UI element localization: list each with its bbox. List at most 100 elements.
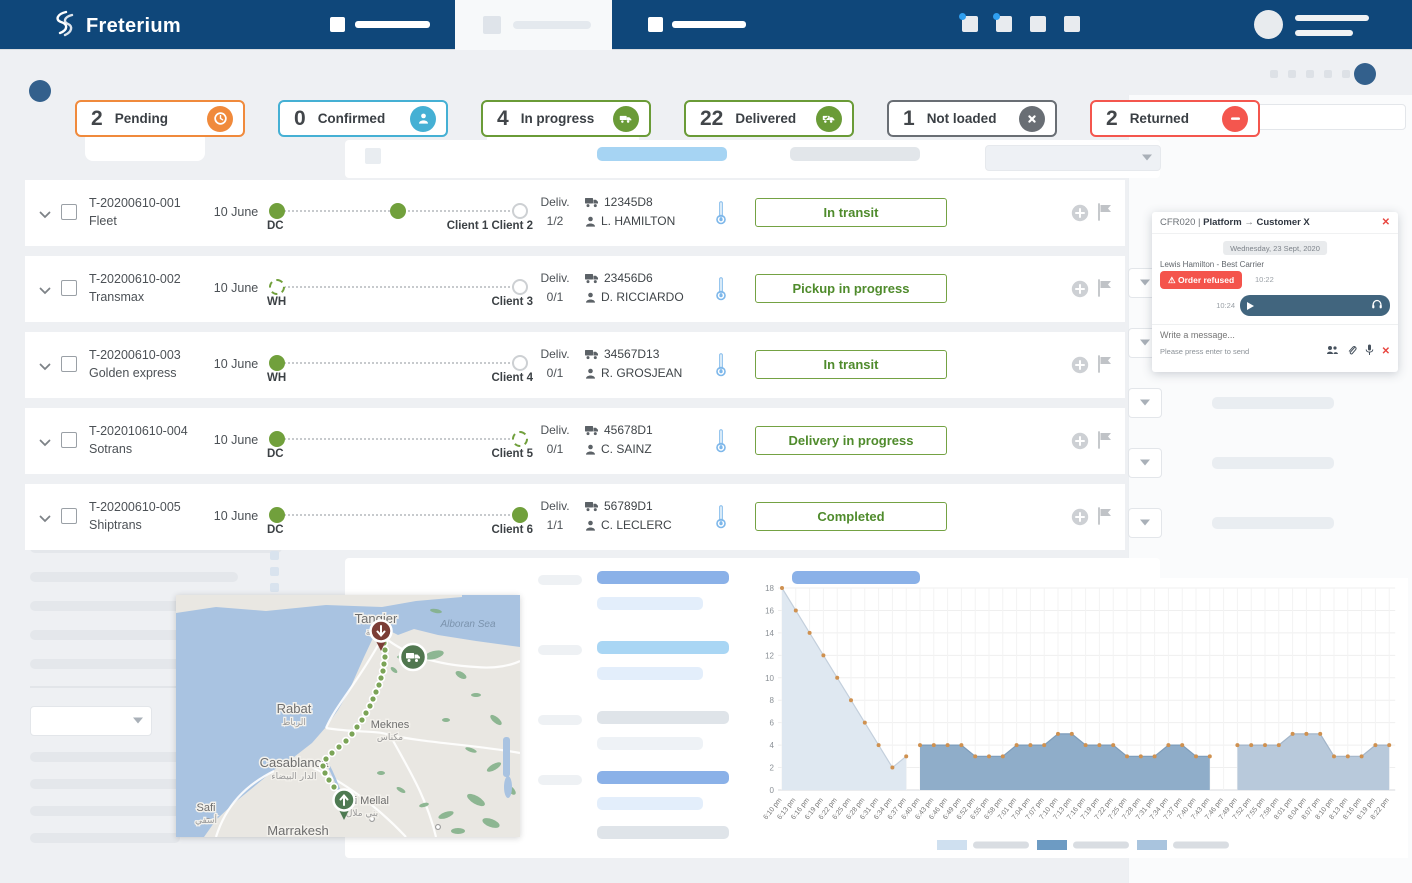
chevron-down-icon[interactable] bbox=[39, 510, 51, 522]
mini-square[interactable] bbox=[1306, 70, 1314, 78]
plus-circle-icon[interactable] bbox=[1071, 432, 1089, 455]
left-dropdown[interactable] bbox=[30, 706, 152, 736]
plus-circle-icon[interactable] bbox=[1071, 280, 1089, 303]
plus-circle-icon[interactable] bbox=[1071, 356, 1089, 379]
vehicle-id: 56789D1 bbox=[604, 497, 653, 516]
flag-icon[interactable] bbox=[1097, 279, 1113, 302]
shipment-date: 10 June bbox=[203, 509, 269, 523]
tracking-chart: 0246810121416186:10 pm6:13 pm6:16 pm6:19… bbox=[752, 578, 1408, 858]
user-menu-line-1[interactable] bbox=[1295, 15, 1369, 21]
vehicle-driver: 34567D13 R. GROSJEAN bbox=[585, 345, 715, 383]
row-checkbox[interactable] bbox=[61, 204, 77, 220]
status-button[interactable]: Completed bbox=[755, 502, 947, 531]
mic-icon[interactable] bbox=[1365, 344, 1374, 358]
mini-square[interactable] bbox=[1270, 70, 1278, 78]
person-icon bbox=[585, 216, 596, 227]
route-map[interactable]: TangierطنجةRabatالرباطMeknesمكناسCasabla… bbox=[176, 595, 520, 837]
badge-confirmed[interactable]: 0Confirmed bbox=[278, 100, 448, 137]
truck-badge[interactable] bbox=[400, 644, 426, 670]
badge-delivered[interactable]: 22Delivered bbox=[684, 100, 854, 137]
card-placeholder bbox=[597, 711, 729, 724]
active-tab-label bbox=[513, 21, 591, 29]
card-placeholder bbox=[597, 641, 729, 654]
timeline-origin-node bbox=[269, 355, 285, 371]
status-button[interactable]: In transit bbox=[755, 198, 947, 227]
card-placeholder bbox=[597, 667, 703, 680]
chevron-down-icon[interactable] bbox=[39, 358, 51, 370]
mini-square[interactable] bbox=[1288, 70, 1296, 78]
chevron-down-icon[interactable] bbox=[39, 434, 51, 446]
brand-logo[interactable]: Freterium bbox=[52, 10, 181, 43]
chevron-down-icon bbox=[1140, 460, 1150, 466]
map-label-arabic: أسفي bbox=[195, 814, 217, 826]
person-icon bbox=[585, 292, 596, 303]
close-icon[interactable]: ✕ bbox=[1382, 217, 1390, 228]
thermometer-icon[interactable] bbox=[715, 201, 727, 230]
row-checkbox[interactable] bbox=[61, 280, 77, 296]
table-row: T-20200610-002 Transmax 10 June WH Clien… bbox=[25, 256, 1125, 322]
status-button[interactable]: Pickup in progress bbox=[755, 274, 947, 303]
cancel-icon[interactable]: ✕ bbox=[1382, 346, 1390, 357]
nav-toolbar-icon-3[interactable] bbox=[1030, 16, 1046, 32]
right-mini-dropdown[interactable] bbox=[1128, 448, 1162, 478]
nav-item-1-icon[interactable] bbox=[330, 17, 345, 32]
badge-label: Delivered bbox=[735, 111, 796, 126]
badge-in-progress[interactable]: 4In progress bbox=[481, 100, 651, 137]
nav-toolbar-icon-4[interactable] bbox=[1064, 16, 1080, 32]
badge-returned[interactable]: 2Returned bbox=[1090, 100, 1260, 137]
right-placeholder-line bbox=[1212, 457, 1334, 469]
flag-icon[interactable] bbox=[1097, 203, 1113, 226]
play-icon[interactable] bbox=[1247, 302, 1254, 310]
paperclip-icon[interactable] bbox=[1347, 345, 1357, 358]
audio-message-bubble[interactable] bbox=[1240, 295, 1390, 316]
timeline-track bbox=[281, 438, 525, 440]
timeline-track bbox=[281, 286, 525, 288]
thermometer-icon[interactable] bbox=[715, 505, 727, 534]
right-indicator-dot bbox=[1354, 63, 1376, 85]
truck-icon bbox=[585, 349, 599, 360]
mini-square[interactable] bbox=[1324, 70, 1332, 78]
chevron-down-icon[interactable] bbox=[39, 282, 51, 294]
mini-square[interactable] bbox=[1342, 70, 1350, 78]
nav-tab-active[interactable] bbox=[455, 0, 612, 50]
plus-circle-icon[interactable] bbox=[1071, 204, 1089, 227]
right-mini-dropdown[interactable] bbox=[1128, 508, 1162, 538]
row-checkbox[interactable] bbox=[61, 432, 77, 448]
destination-label: Client 3 bbox=[491, 296, 533, 308]
chevron-down-icon bbox=[133, 718, 143, 724]
row-checkbox[interactable] bbox=[61, 356, 77, 372]
map-label: Meknes bbox=[371, 719, 410, 731]
legend-swatch bbox=[1137, 840, 1167, 850]
nav-item-1-label[interactable] bbox=[355, 21, 430, 28]
status-button[interactable]: In transit bbox=[755, 350, 947, 379]
chevron-down-icon[interactable] bbox=[39, 206, 51, 218]
nav-item-3-icon[interactable] bbox=[648, 17, 663, 32]
toolbar-dropdown[interactable] bbox=[985, 145, 1161, 171]
thermometer-icon[interactable] bbox=[715, 353, 727, 382]
flag-icon[interactable] bbox=[1097, 431, 1113, 454]
status-button[interactable]: Delivery in progress bbox=[755, 426, 947, 455]
nav-item-3-label[interactable] bbox=[672, 21, 746, 28]
timeline-origin-node bbox=[269, 203, 285, 219]
badge-count: 1 bbox=[903, 107, 915, 131]
user-menu-line-2[interactable] bbox=[1295, 30, 1353, 36]
badge-not-loaded[interactable]: 1Not loaded bbox=[887, 100, 1057, 137]
vehicle-id: 34567D13 bbox=[604, 345, 659, 364]
timeline-destination-node bbox=[512, 279, 528, 295]
thermometer-icon[interactable] bbox=[715, 429, 727, 458]
right-mini-dropdown[interactable] bbox=[1128, 388, 1162, 418]
plus-circle-icon[interactable] bbox=[1071, 508, 1089, 531]
route-timeline: WH Client 4 bbox=[265, 332, 533, 398]
chat-footer: Please press enter to send ✕ bbox=[1152, 324, 1398, 358]
order-refused-badge: ⚠ Order refused bbox=[1160, 271, 1242, 289]
card-placeholder bbox=[597, 771, 729, 784]
thermometer-icon[interactable] bbox=[715, 277, 727, 306]
message-input[interactable] bbox=[1160, 330, 1390, 340]
flag-icon[interactable] bbox=[1097, 355, 1113, 378]
badge-pending[interactable]: 2Pending bbox=[75, 100, 245, 137]
avatar[interactable] bbox=[1254, 10, 1283, 39]
toolbar-icon[interactable] bbox=[365, 148, 381, 164]
row-checkbox[interactable] bbox=[61, 508, 77, 524]
group-icon[interactable] bbox=[1326, 345, 1339, 357]
flag-icon[interactable] bbox=[1097, 507, 1113, 530]
